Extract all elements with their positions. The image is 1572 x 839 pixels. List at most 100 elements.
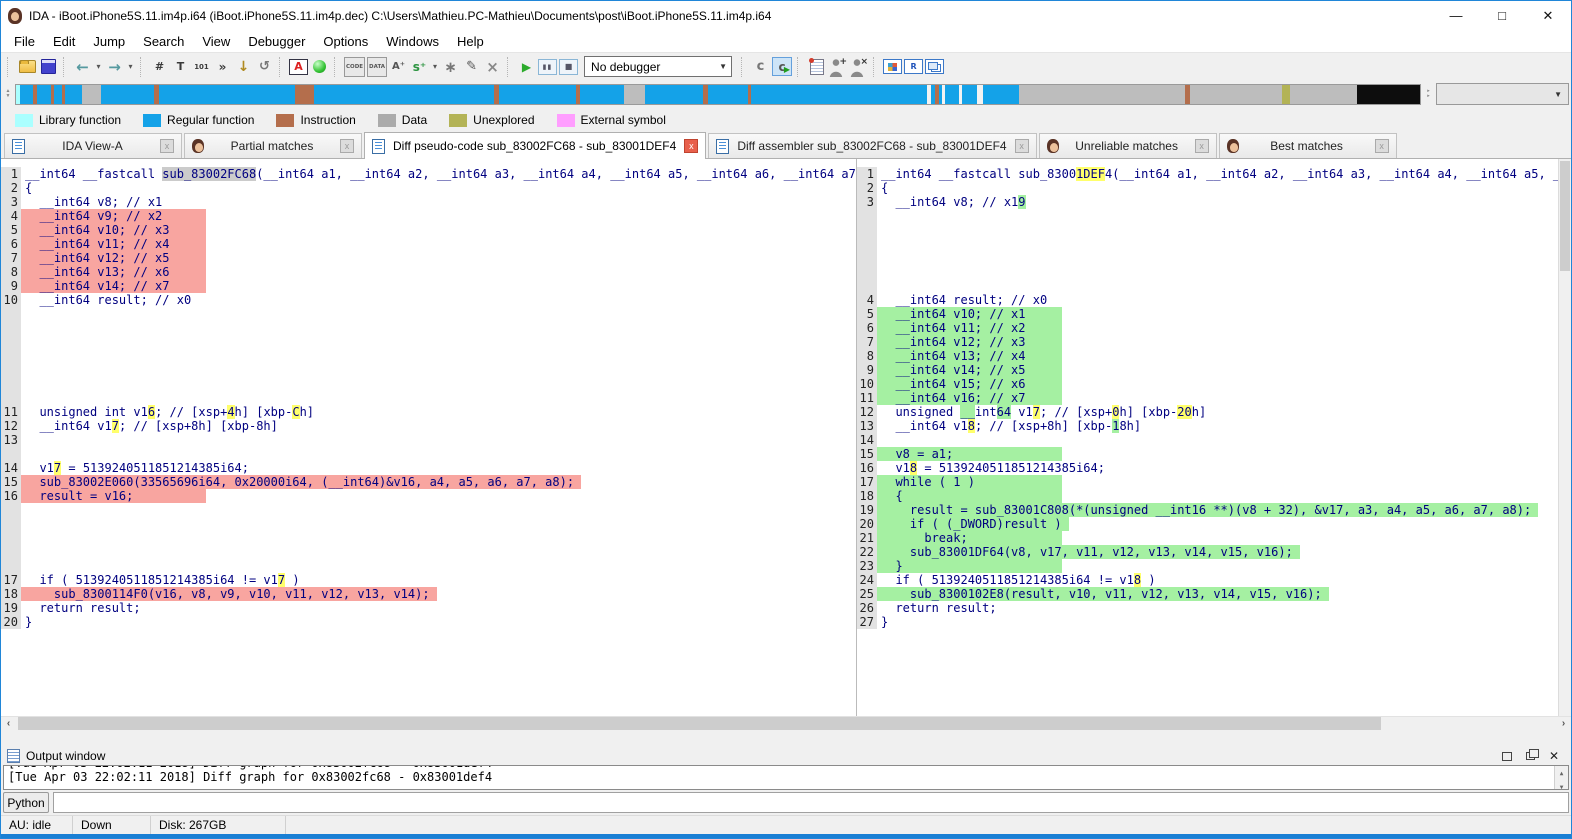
code-row[interactable]: 19 result = sub_83001C808(*(unsigned __i…: [857, 503, 1558, 517]
make-data-icon[interactable]: DATA: [367, 57, 387, 77]
tab-unreliable-matches[interactable]: Unreliable matchesx: [1039, 133, 1217, 158]
vertical-scrollbar[interactable]: [1558, 159, 1571, 716]
edit-function-icon[interactable]: ✎: [462, 57, 481, 77]
code-row[interactable]: 11 unsigned int v16; // [xsp+4h] [xbp-Ch…: [1, 405, 856, 419]
code-text[interactable]: __int64 __fastcall sub_83002FC68(__int64…: [21, 167, 856, 181]
code-row[interactable]: 10 __int64 result; // x0: [1, 293, 856, 307]
code-row[interactable]: 11 __int64 v16; // x7: [857, 391, 1558, 405]
code-text[interactable]: __int64 result; // x0: [21, 293, 856, 307]
code-row[interactable]: 8 __int64 v13; // x6: [1, 265, 856, 279]
code-row[interactable]: 6 __int64 v11; // x4: [1, 237, 856, 251]
code-text[interactable]: sub_8300102E8(result, v10, v11, v12, v13…: [877, 587, 1558, 601]
code-text[interactable]: __int64 v13; // x4: [877, 349, 1558, 363]
make-code-icon[interactable]: CODE: [344, 57, 365, 77]
navigate-back-icon[interactable]: ←: [73, 57, 92, 77]
forward-caret-icon[interactable]: ▾: [126, 57, 135, 77]
save-file-icon[interactable]: [39, 57, 58, 77]
code-text[interactable]: __int64 v12; // x3: [877, 335, 1558, 349]
navigation-band[interactable]: [15, 84, 1421, 105]
code-row[interactable]: 9 __int64 v14; // x7: [1, 279, 856, 293]
code-text[interactable]: }: [21, 615, 856, 629]
history-lock-icon[interactable]: ↺: [255, 57, 274, 77]
code-text[interactable]: unsigned __int64 v17; // [xsp+0h] [xbp-2…: [877, 405, 1558, 419]
code-row[interactable]: 24 if ( 5139240511851214385i64 != v18 ): [857, 573, 1558, 587]
code-row[interactable]: 25 sub_8300102E8(result, v10, v11, v12, …: [857, 587, 1558, 601]
minimize-button[interactable]: —: [1433, 1, 1479, 30]
run-script-icon[interactable]: c: [772, 57, 792, 76]
code-text[interactable]: __int64 v12; // x5: [21, 251, 856, 265]
windows-list-icon[interactable]: [925, 59, 944, 74]
tab-close-icon[interactable]: x: [1015, 139, 1029, 153]
python-input[interactable]: [53, 792, 1569, 813]
navband-expand-arrows[interactable]: ▸▸: [1421, 89, 1436, 99]
navigate-forward-icon[interactable]: →: [105, 57, 124, 77]
code-row[interactable]: 13 __int64 v18; // [xsp+8h] [xbp-18h]: [857, 419, 1558, 433]
analysis-indicator-icon[interactable]: [310, 57, 329, 77]
maximize-button[interactable]: □: [1479, 1, 1525, 30]
code-text[interactable]: return result;: [877, 601, 1558, 615]
code-row[interactable]: 16 result = v16;: [1, 489, 856, 503]
tab-best-matches[interactable]: Best matchesx: [1219, 133, 1397, 158]
code-text[interactable]: if ( 5139240511851214385i64 != v17 ): [21, 573, 856, 587]
code-text[interactable]: {: [21, 181, 856, 195]
code-row[interactable]: 2{: [857, 181, 1558, 195]
code-text[interactable]: sub_8300114F0(v16, v8, v9, v10, v11, v12…: [21, 587, 856, 601]
code-row[interactable]: 3 __int64 v8; // x19: [857, 195, 1558, 209]
code-row[interactable]: 2{: [1, 181, 856, 195]
menu-options[interactable]: Options: [314, 31, 377, 52]
code-row[interactable]: 14: [857, 433, 1558, 447]
code-row[interactable]: 1__int64 __fastcall sub_83001DEF4(__int6…: [857, 167, 1558, 181]
code-text[interactable]: if ( (_DWORD)result ): [877, 517, 1558, 531]
add-watch-icon[interactable]: +: [828, 57, 847, 77]
code-text[interactable]: __int64 v9; // x2: [21, 209, 856, 223]
tab-close-icon[interactable]: x: [1375, 139, 1389, 153]
code-row[interactable]: 18 sub_8300114F0(v16, v8, v9, v10, v11, …: [1, 587, 856, 601]
tab-close-icon[interactable]: x: [340, 139, 354, 153]
code-row[interactable]: 20}: [1, 615, 856, 629]
code-text[interactable]: [877, 433, 1558, 447]
code-row[interactable]: 4 __int64 result; // x0: [857, 293, 1558, 307]
back-caret-icon[interactable]: ▾: [94, 57, 103, 77]
output-maximize-icon[interactable]: [1502, 752, 1512, 761]
menu-file[interactable]: File: [5, 31, 44, 52]
code-row[interactable]: 15 v8 = a1;: [857, 447, 1558, 461]
tab-diff-pseudo-code-sub-83002fc68-sub-83001def4[interactable]: Diff pseudo-code sub_83002FC68 - sub_830…: [364, 132, 706, 159]
code-text[interactable]: __int64 v14; // x7: [21, 279, 856, 293]
search-text-icon[interactable]: T: [171, 57, 190, 77]
code-row[interactable]: 1__int64 __fastcall sub_83002FC68(__int6…: [1, 167, 856, 181]
scroll-up-icon[interactable]: ▲: [1560, 767, 1564, 781]
code-text[interactable]: __int64 v14; // x5: [877, 363, 1558, 377]
code-row[interactable]: 21 break;: [857, 531, 1558, 545]
menu-edit[interactable]: Edit: [44, 31, 84, 52]
code-text[interactable]: __int64 v10; // x3: [21, 223, 856, 237]
code-row[interactable]: 9 __int64 v14; // x5: [857, 363, 1558, 377]
make-asterisk-icon[interactable]: ∗: [441, 57, 460, 77]
code-row[interactable]: 18 {: [857, 489, 1558, 503]
code-text[interactable]: __int64 v15; // x6: [877, 377, 1558, 391]
search-address-icon[interactable]: #: [150, 57, 169, 77]
menu-debugger[interactable]: Debugger: [239, 31, 314, 52]
reset-desktop-icon[interactable]: R: [904, 59, 923, 74]
code-text[interactable]: while ( 1 ): [877, 475, 1558, 489]
menu-view[interactable]: View: [193, 31, 239, 52]
recent-scripts-icon[interactable]: [807, 57, 826, 77]
code-text[interactable]: if ( 5139240511851214385i64 != v18 ): [877, 573, 1558, 587]
code-row[interactable]: 13: [1, 433, 856, 447]
code-text[interactable]: __int64 v13; // x6: [21, 265, 856, 279]
debugger-combo[interactable]: No debugger▼: [584, 56, 732, 77]
code-text[interactable]: return result;: [21, 601, 856, 615]
python-interpreter-button[interactable]: Python: [3, 792, 49, 813]
horizontal-scrollbar[interactable]: ‹ ›: [1, 716, 1571, 730]
code-text[interactable]: break;: [877, 531, 1558, 545]
code-text[interactable]: v17 = 5139240511851214385i64;: [21, 461, 856, 475]
make-string-icon[interactable]: s⁺: [410, 57, 429, 77]
diff-left-pane[interactable]: 1__int64 __fastcall sub_83002FC68(__int6…: [1, 159, 857, 716]
code-row[interactable]: 16 v18 = 5139240511851214385i64;: [857, 461, 1558, 475]
navband-scroll-arrows[interactable]: ▲▼: [1, 89, 15, 99]
code-row[interactable]: 7 __int64 v12; // x3: [857, 335, 1558, 349]
tab-close-icon[interactable]: x: [1195, 139, 1209, 153]
code-row[interactable]: 26 return result;: [857, 601, 1558, 615]
code-row[interactable]: 23 }: [857, 559, 1558, 573]
vertical-scrollbar-thumb[interactable]: [1560, 161, 1570, 271]
stop-analysis-icon[interactable]: A: [289, 59, 308, 75]
